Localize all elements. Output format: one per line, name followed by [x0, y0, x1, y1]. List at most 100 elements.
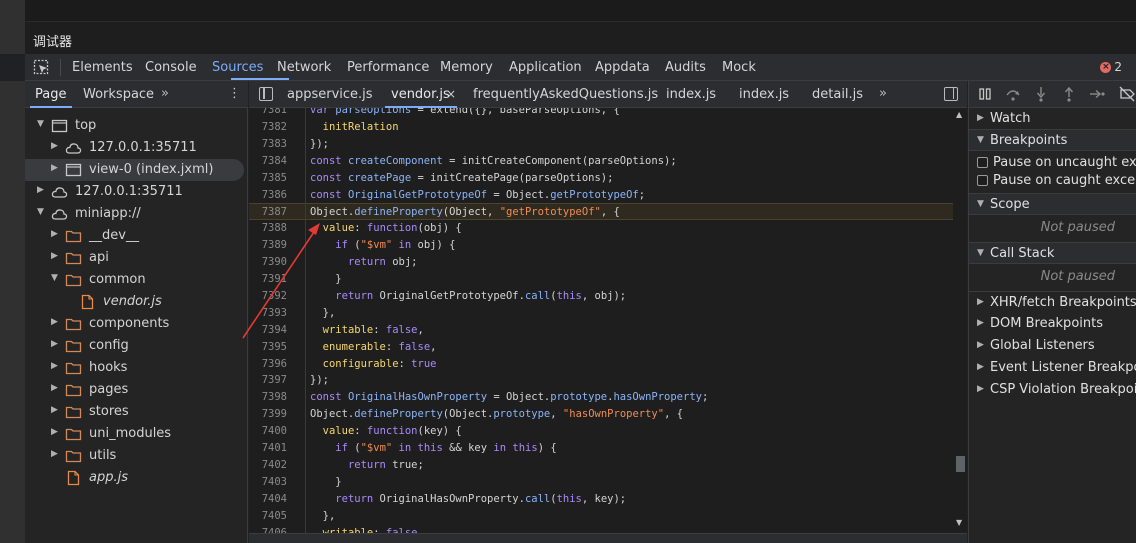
tree-folder[interactable]: ▶ config — [25, 335, 248, 357]
code-line[interactable]: 7390 return obj; — [249, 254, 953, 272]
code-line[interactable]: 7385 const createPage = initCreatePage(pa… — [249, 169, 953, 187]
step-icon[interactable] — [1089, 86, 1105, 102]
tree-folder[interactable]: ▶ stores — [25, 401, 248, 423]
collapsed-triangle-icon[interactable]: ▶ — [51, 383, 58, 393]
line-number[interactable]: 7399 — [249, 406, 287, 423]
csp-violation-breakpoints-header[interactable]: ▶ CSP Violation Breakpoints — [969, 379, 1136, 401]
tab-elements[interactable]: Elements — [72, 60, 133, 75]
step-over-icon[interactable] — [1005, 86, 1021, 102]
line-number[interactable]: 7402 — [249, 457, 287, 474]
tree-folder[interactable]: ▼ common — [25, 269, 248, 291]
expanded-triangle-icon[interactable]: ▼ — [51, 273, 58, 283]
scope-pane-header[interactable]: ▼ Scope — [969, 193, 1136, 215]
collapsed-triangle-icon[interactable]: ▶ — [51, 361, 58, 371]
tab-memory[interactable]: Memory — [440, 60, 493, 75]
collapsed-triangle-icon[interactable]: ▶ — [51, 339, 58, 349]
scrollbar-thumb[interactable] — [956, 456, 965, 472]
code-line[interactable]: 7398 const OriginalHasOwnProperty = Objec… — [249, 389, 953, 407]
tab-workspace[interactable]: Workspace — [83, 87, 154, 102]
code-line[interactable]: 7405 }, — [249, 507, 953, 525]
tree-node[interactable]: ▶ 127.0.0.1:35711 — [25, 181, 248, 203]
line-number[interactable]: 7385 — [249, 170, 287, 187]
line-number[interactable]: 7396 — [249, 356, 287, 373]
tree-node[interactable]: ▶ 127.0.0.1:35711 — [25, 137, 248, 159]
collapsed-triangle-icon[interactable]: ▶ — [51, 141, 58, 151]
global-listeners-header[interactable]: ▶ Global Listeners — [969, 335, 1136, 357]
tree-folder[interactable]: ▶ hooks — [25, 357, 248, 379]
code-line[interactable]: 7394 writable: false, — [249, 321, 953, 339]
code-line[interactable]: 7392 return OriginalGetPrototypeOf.call(… — [249, 287, 953, 305]
collapsed-triangle-icon[interactable]: ▶ — [51, 427, 58, 437]
tree-folder[interactable]: ▶ api — [25, 247, 248, 269]
tab-audits[interactable]: Audits — [665, 60, 706, 75]
code-view[interactable]: 7381 var parseOptions = extend({}, basePa… — [249, 108, 953, 533]
collapsed-triangle-icon[interactable]: ▶ — [51, 449, 58, 459]
tab-performance[interactable]: Performance — [347, 60, 429, 75]
deactivate-breakpoints-icon[interactable] — [1119, 86, 1135, 102]
line-number[interactable]: 7384 — [249, 153, 287, 170]
tab-application[interactable]: Application — [509, 60, 582, 75]
code-line[interactable]: 7391 } — [249, 271, 953, 288]
code-line[interactable]: 7397}); — [249, 372, 953, 390]
collapsed-triangle-icon[interactable]: ▶ — [37, 185, 44, 195]
tab-page[interactable]: Page — [35, 87, 66, 102]
tree-folder[interactable]: ▶ components — [25, 313, 248, 335]
line-number[interactable]: 7382 — [249, 119, 287, 136]
collapsed-triangle-icon[interactable]: ▶ — [51, 229, 58, 239]
tab-network[interactable]: Network — [277, 60, 331, 75]
pause-uncaught-checkbox[interactable]: Pause on uncaught exceptions — [969, 154, 1136, 172]
code-line[interactable]: 7406 writable: false, — [249, 524, 953, 533]
tree-folder[interactable]: ▶ pages — [25, 379, 248, 401]
code-line[interactable]: 7396 configurable: true — [249, 355, 953, 373]
call-stack-pane-header[interactable]: ▼ Call Stack — [969, 242, 1136, 264]
tree-folder[interactable]: ▶ utils — [25, 445, 248, 467]
line-number[interactable]: 7404 — [249, 491, 287, 508]
more-tabs-icon[interactable]: » — [161, 86, 169, 101]
code-line[interactable]: 7399 Object.defineProperty(Object.prototy… — [249, 406, 953, 424]
editor-tab-detail[interactable]: detail.js — [812, 87, 863, 102]
collapsed-triangle-icon[interactable]: ▶ — [51, 405, 58, 415]
pause-caught-checkbox[interactable]: Pause on caught exceptions — [969, 172, 1136, 190]
editor-tab-index-2[interactable]: index.js — [739, 87, 789, 102]
watch-pane-header[interactable]: ▶ Watch — [969, 108, 1136, 130]
code-line[interactable]: 7381 var parseOptions = extend({}, basePa… — [249, 108, 953, 119]
editor-tab-appservice[interactable]: appservice.js — [287, 87, 373, 102]
tab-mock[interactable]: Mock — [722, 60, 756, 75]
tree-folder[interactable]: ▶ __dev__ — [25, 225, 248, 247]
code-line[interactable]: 7383}); — [249, 135, 953, 153]
dom-breakpoints-header[interactable]: ▶ DOM Breakpoints — [969, 313, 1136, 335]
toggle-navigator-icon[interactable] — [259, 87, 273, 101]
line-number[interactable]: 7398 — [249, 389, 287, 406]
line-number[interactable]: 7405 — [249, 508, 287, 525]
tree-file[interactable]: vendor.js — [25, 291, 248, 313]
code-line[interactable]: 7404 return OriginalHasOwnProperty.call(… — [249, 490, 953, 508]
collapsed-triangle-icon[interactable]: ▶ — [51, 163, 58, 173]
toggle-debugger-icon[interactable] — [944, 87, 958, 101]
collapsed-triangle-icon[interactable]: ▶ — [51, 317, 58, 327]
pause-icon[interactable] — [977, 86, 993, 102]
code-line[interactable]: 7400 value: function(key) { — [249, 423, 953, 441]
more-editor-tabs-icon[interactable]: » — [879, 86, 887, 101]
tab-appdata[interactable]: Appdata — [595, 60, 650, 75]
tab-sources[interactable]: Sources — [212, 60, 263, 75]
code-line[interactable]: 7382 initRelation — [249, 118, 953, 136]
inspect-element-icon[interactable] — [33, 59, 50, 76]
line-number[interactable]: 7386 — [249, 187, 287, 204]
checkbox-icon[interactable] — [977, 157, 988, 168]
error-count-badge[interactable]: × 2 — [1100, 60, 1122, 74]
tree-node[interactable]: ▶ view-0 (index.jxml) — [25, 159, 244, 181]
code-line[interactable]: 7389 if ("$vm" in obj) { — [249, 237, 953, 255]
code-line[interactable]: 7386 const OriginalGetPrototypeOf = Objec… — [249, 186, 953, 204]
code-line[interactable]: 7393 }, — [249, 304, 953, 322]
breakpoints-pane-header[interactable]: ▼ Breakpoints — [969, 129, 1136, 151]
expanded-triangle-icon[interactable]: ▼ — [37, 207, 44, 217]
tree-node[interactable]: ▼ top — [25, 115, 248, 137]
line-number[interactable]: 7397 — [249, 372, 287, 389]
tree-file[interactable]: app.js — [25, 467, 248, 489]
line-number[interactable]: 7381 — [249, 108, 287, 119]
scroll-up-icon[interactable]: ▲ — [956, 110, 962, 119]
code-line[interactable]: 7403 } — [249, 473, 953, 491]
editor-tab-faq[interactable]: frequentlyAskedQuestions.js — [473, 87, 658, 102]
step-into-icon[interactable] — [1033, 86, 1049, 102]
line-number[interactable]: 7383 — [249, 136, 287, 153]
